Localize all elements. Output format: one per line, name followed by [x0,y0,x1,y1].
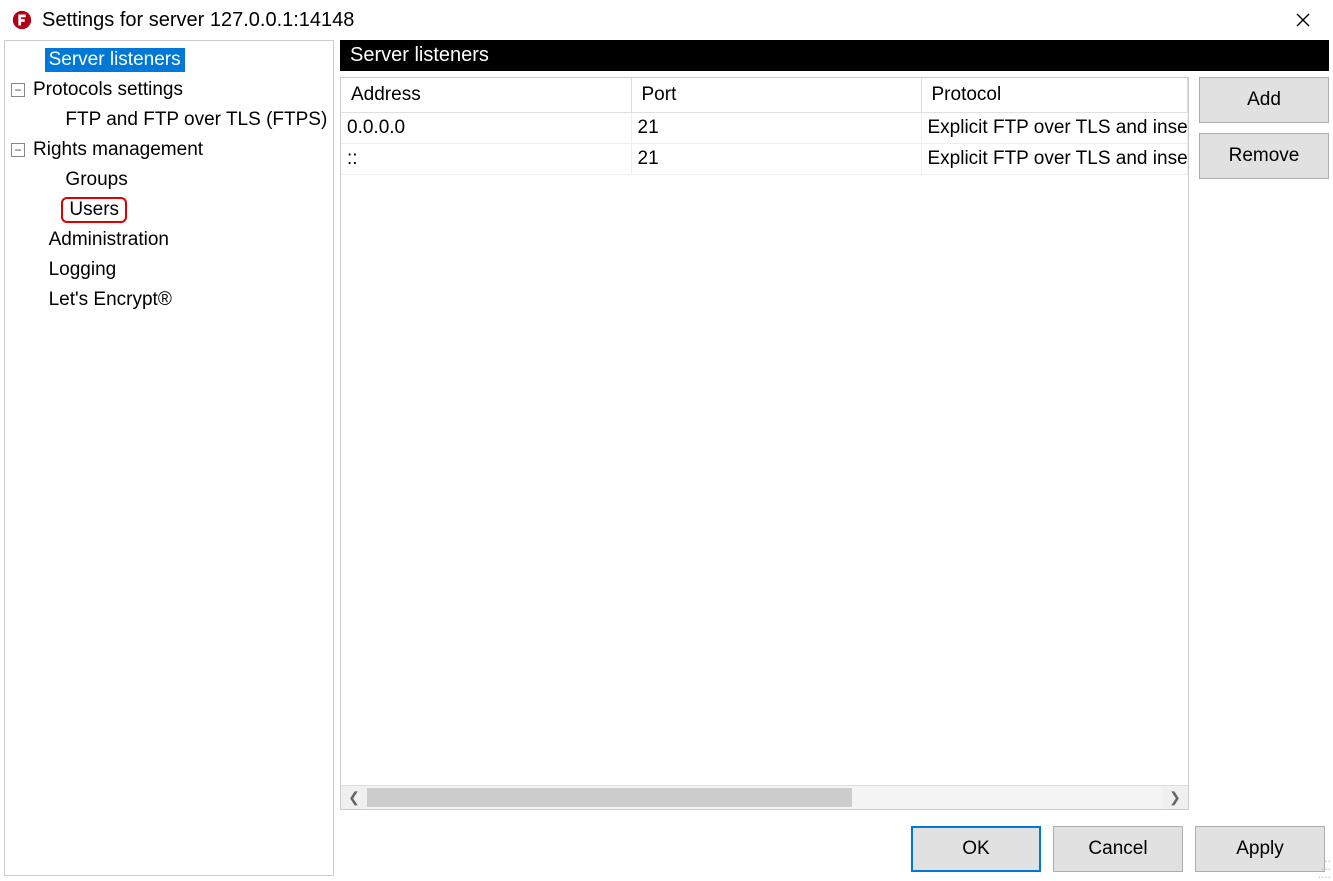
tree-item-protocols-settings[interactable]: − Protocols settings [11,75,327,105]
settings-window: Settings for server 127.0.0.1:14148 Serv… [0,0,1333,880]
scroll-thumb[interactable] [367,788,852,807]
tree-item-ftp-ftps[interactable]: FTP and FTP over TLS (FTPS) [11,105,327,135]
cell-protocol[interactable]: Explicit FTP over TLS and insecure plain… [921,144,1188,175]
tree-item-administration[interactable]: Administration [11,225,327,255]
cell-protocol[interactable]: Explicit FTP over TLS and insecure plain… [921,113,1188,144]
remove-button[interactable]: Remove [1199,133,1329,179]
add-button[interactable]: Add [1199,77,1329,123]
apply-button[interactable]: Apply [1195,826,1325,872]
titlebar: Settings for server 127.0.0.1:14148 [0,0,1333,40]
scroll-right-icon[interactable]: ❯ [1162,786,1188,809]
collapse-icon[interactable]: − [11,143,25,157]
scroll-left-icon[interactable]: ❮ [341,786,367,809]
app-icon [10,8,34,32]
close-button[interactable] [1283,0,1323,40]
ok-button[interactable]: OK [911,826,1041,872]
listeners-table-container: Address Port Protocol 0.0.0.0 21 Explici… [340,77,1189,810]
column-header-address[interactable]: Address [341,78,631,113]
settings-tree[interactable]: Server listeners − Protocols settings FT… [4,40,334,876]
cancel-button[interactable]: Cancel [1053,826,1183,872]
horizontal-scrollbar[interactable]: ❮ ❯ [341,785,1188,809]
tree-item-users[interactable]: Users [11,195,327,225]
content-panel: Server listeners Address Port Protocol [340,40,1329,810]
cell-port[interactable]: 21 [631,144,921,175]
listeners-table[interactable]: Address Port Protocol 0.0.0.0 21 Explici… [341,78,1188,175]
collapse-icon[interactable]: − [11,83,25,97]
table-row[interactable]: 0.0.0.0 21 Explicit FTP over TLS and ins… [341,113,1188,144]
side-buttons: Add Remove [1199,77,1329,810]
close-icon [1295,12,1311,28]
table-row[interactable]: :: 21 Explicit FTP over TLS and insecure… [341,144,1188,175]
cell-port[interactable]: 21 [631,113,921,144]
cell-address[interactable]: 0.0.0.0 [341,113,631,144]
scroll-track[interactable] [367,786,1162,809]
tree-item-lets-encrypt[interactable]: Let's Encrypt® [11,285,327,315]
tree-item-rights-management[interactable]: − Rights management [11,135,327,165]
column-header-port[interactable]: Port [631,78,921,113]
window-title: Settings for server 127.0.0.1:14148 [42,9,354,32]
column-header-protocol[interactable]: Protocol [921,78,1188,113]
content-header: Server listeners [340,40,1329,71]
tree-item-groups[interactable]: Groups [11,165,327,195]
cell-address[interactable]: :: [341,144,631,175]
dialog-button-bar: OK Cancel Apply [340,816,1329,876]
tree-item-server-listeners[interactable]: Server listeners [11,45,327,75]
tree-item-logging[interactable]: Logging [11,255,327,285]
